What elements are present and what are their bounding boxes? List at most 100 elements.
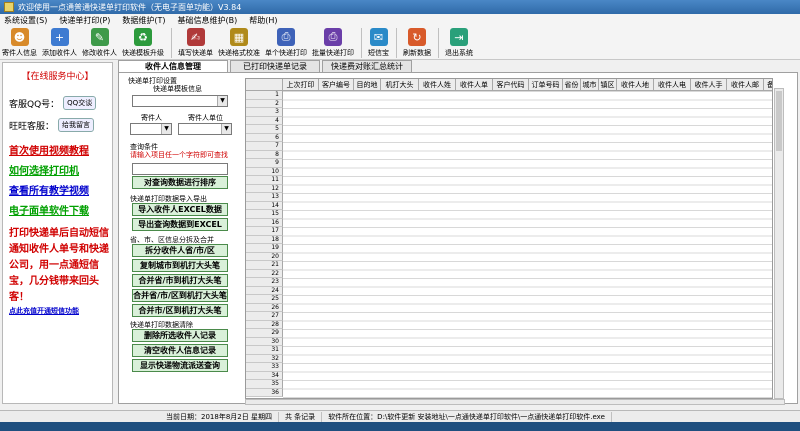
row-number[interactable]: 30 xyxy=(246,337,283,346)
row-number[interactable]: 18 xyxy=(246,235,283,244)
template-select[interactable]: ▼ xyxy=(132,95,228,107)
row-number[interactable]: 9 xyxy=(246,159,283,168)
row-number[interactable]: 4 xyxy=(246,116,283,125)
row-number[interactable]: 17 xyxy=(246,227,283,236)
column-header[interactable]: 镇区 xyxy=(599,79,617,91)
sender-select[interactable]: ▼ xyxy=(130,123,172,135)
toolbar-fill-waybill-button[interactable]: ✍ 填写快递单 xyxy=(178,26,213,60)
scroll-thumb[interactable] xyxy=(776,91,782,151)
recipient-grid[interactable]: 上次打印 客户编号 目的地 机打大头 收件人姓 收件人单 客户代码 订单号码 省… xyxy=(245,78,773,399)
ww-label: 旺旺客服： xyxy=(9,121,55,132)
choose-printer-link[interactable]: 如何选择打印机 xyxy=(9,162,112,182)
column-header[interactable]: 机打大头 xyxy=(381,79,419,91)
recycle-icon: ♻ xyxy=(134,28,152,46)
grid-cells[interactable] xyxy=(283,91,772,398)
row-number[interactable]: 14 xyxy=(246,201,283,210)
row-number[interactable]: 8 xyxy=(246,150,283,159)
row-number[interactable]: 21 xyxy=(246,261,283,270)
column-header[interactable]: 目的地 xyxy=(354,79,381,91)
ww-message-button[interactable]: 给我留言 xyxy=(58,118,95,132)
row-number[interactable]: 6 xyxy=(246,133,283,142)
row-number[interactable]: 10 xyxy=(246,167,283,176)
e-waybill-download-link[interactable]: 电子面单软件下载 xyxy=(9,202,112,222)
row-number[interactable]: 15 xyxy=(246,210,283,219)
toolbar-single-print-button[interactable]: ⎙ 单个快递打印 xyxy=(265,26,307,60)
column-header[interactable]: 城市 xyxy=(581,79,599,91)
row-number[interactable]: 23 xyxy=(246,278,283,287)
all-videos-link[interactable]: 查看所有教学视频 xyxy=(9,182,112,202)
toolbar-edit-recipient-button[interactable]: ✎ 修改收件人 xyxy=(82,26,117,60)
row-number[interactable]: 36 xyxy=(246,388,283,397)
merge-province-city-district-button[interactable]: 合并省/市/区到机打大头笔 xyxy=(132,289,228,302)
column-header[interactable]: 省份 xyxy=(563,79,581,91)
sender-unit-select[interactable]: ▼ xyxy=(178,123,232,135)
column-header[interactable]: 备 xyxy=(764,79,772,91)
row-number[interactable]: 20 xyxy=(246,252,283,261)
column-header[interactable]: 收件人姓 xyxy=(419,79,456,91)
row-number[interactable]: 3 xyxy=(246,108,283,117)
column-header[interactable]: 收件人电 xyxy=(654,79,691,91)
column-header[interactable]: 上次打印 xyxy=(283,79,319,91)
row-number[interactable]: 31 xyxy=(246,346,283,355)
menu-print[interactable]: 快递单打印(P) xyxy=(59,15,110,26)
query-sort-button[interactable]: 对查询数据进行排序 xyxy=(132,176,228,189)
merge-city-district-button[interactable]: 合并市/区到机打大头笔 xyxy=(132,304,228,317)
clear-records-button[interactable]: 清空收件人信息记录 xyxy=(132,344,228,357)
row-number[interactable]: 35 xyxy=(246,380,283,389)
row-number[interactable]: 25 xyxy=(246,295,283,304)
toolbar-add-recipient-button[interactable]: + 添加收件人 xyxy=(42,26,77,60)
row-number[interactable]: 27 xyxy=(246,312,283,321)
row-number[interactable]: 16 xyxy=(246,218,283,227)
row-number[interactable]: 24 xyxy=(246,286,283,295)
menu-data[interactable]: 数据维护(T) xyxy=(122,15,165,26)
row-number[interactable]: 33 xyxy=(246,363,283,372)
row-number[interactable]: 12 xyxy=(246,184,283,193)
row-number[interactable]: 26 xyxy=(246,303,283,312)
menu-help[interactable]: 帮助(H) xyxy=(249,15,277,26)
menu-system[interactable]: 系统设置(S) xyxy=(4,15,47,26)
column-header[interactable]: 客户代码 xyxy=(493,79,529,91)
toolbar-sender-info-button[interactable]: ☻ 寄件人信息 xyxy=(2,26,37,60)
copy-city-button[interactable]: 复制城市到机打大头笔 xyxy=(132,259,228,272)
row-number[interactable]: 29 xyxy=(246,329,283,338)
toolbar-template-upgrade-button[interactable]: ♻ 快递模板升级 xyxy=(122,26,164,60)
delete-selected-button[interactable]: 删除所选收件人记录 xyxy=(132,329,228,342)
row-number[interactable]: 11 xyxy=(246,176,283,185)
export-excel-button[interactable]: 导出查询数据到EXCEL xyxy=(132,218,228,231)
toolbar-calibrate-button[interactable]: ▦ 快递格式校准 xyxy=(218,26,260,60)
row-number[interactable]: 7 xyxy=(246,142,283,151)
logistics-query-button[interactable]: 显示快递物流派送查询 xyxy=(132,359,228,372)
menu-basic-info[interactable]: 基础信息维护(B) xyxy=(178,15,238,26)
column-header[interactable]: 收件人地 xyxy=(617,79,654,91)
column-header[interactable]: 客户编号 xyxy=(319,79,354,91)
split-address-button[interactable]: 拆分收件人省/市/区 xyxy=(132,244,228,257)
tab-recipient-management[interactable]: 收件人信息管理 xyxy=(118,60,228,72)
row-number[interactable]: 2 xyxy=(246,99,283,108)
row-number[interactable]: 28 xyxy=(246,320,283,329)
column-header[interactable]: 订单号码 xyxy=(529,79,563,91)
merge-province-city-button[interactable]: 合并省/市到机打大头笔 xyxy=(132,274,228,287)
grid-horizontal-scrollbar[interactable] xyxy=(245,399,785,405)
row-number[interactable]: 13 xyxy=(246,193,283,202)
row-number[interactable]: 19 xyxy=(246,244,283,253)
qq-chat-button[interactable]: QQ交谈 xyxy=(63,96,97,110)
row-number[interactable]: 34 xyxy=(246,371,283,380)
sms-recharge-link[interactable]: 点此充值开通短信功能 xyxy=(9,307,79,315)
toolbar-exit-button[interactable]: ⇥ 退出系统 xyxy=(445,26,473,60)
tab-fee-reconciliation[interactable]: 快递费对账汇总统计 xyxy=(322,60,412,72)
toolbar-refresh-button[interactable]: ↻ 刷新数据 xyxy=(403,26,431,60)
column-header[interactable]: 收件人单 xyxy=(456,79,493,91)
row-number[interactable]: 22 xyxy=(246,269,283,278)
grid-vertical-scrollbar[interactable] xyxy=(774,88,784,399)
row-number[interactable]: 32 xyxy=(246,354,283,363)
toolbar-batch-print-button[interactable]: ⎙ 批量快递打印 xyxy=(312,26,354,60)
row-number[interactable]: 5 xyxy=(246,125,283,134)
import-excel-button[interactable]: 导入收件人EXCEL数据 xyxy=(132,203,228,216)
column-header[interactable]: 收件人手 xyxy=(691,79,727,91)
column-header[interactable]: 收件人邮 xyxy=(727,79,764,91)
first-use-video-link[interactable]: 首次使用视频教程 xyxy=(9,142,112,162)
tab-printed-records[interactable]: 已打印快递单记录 xyxy=(230,60,320,72)
query-input[interactable] xyxy=(132,163,228,175)
row-number[interactable]: 1 xyxy=(246,91,283,100)
toolbar-sms-button[interactable]: ✉ 短信宝 xyxy=(368,26,389,60)
